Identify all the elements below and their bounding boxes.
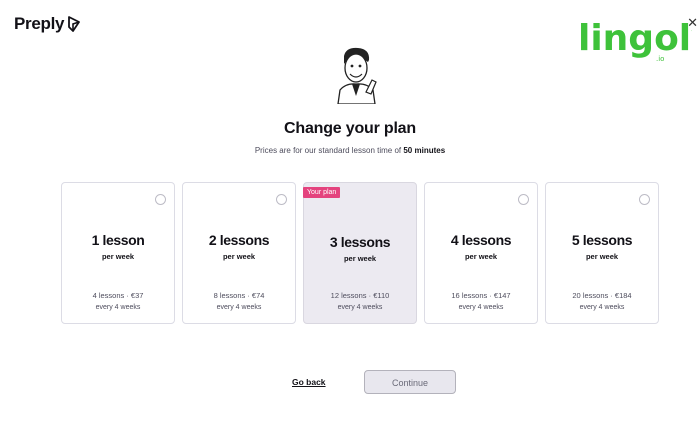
plan-price: 8 lessons · €74 <box>213 291 265 300</box>
plan-lesson-count: 4 lessons <box>450 232 512 248</box>
plan-lesson-count: 1 lesson <box>91 232 145 248</box>
plan-card-4[interactable]: 4 lessons per week 16 lessons · €147 eve… <box>424 182 538 324</box>
plan-price: 4 lessons · €37 <box>92 291 144 300</box>
continue-button[interactable]: Continue <box>364 370 456 394</box>
go-back-link[interactable]: Go back <box>292 377 326 387</box>
plan-price: 16 lessons · €147 <box>451 291 511 300</box>
plan-lesson-count: 3 lessons <box>329 234 391 250</box>
plan-period: every 4 weeks <box>579 304 625 311</box>
preply-mark-icon <box>68 16 81 32</box>
plan-card-2[interactable]: 2 lessons per week 8 lessons · €74 every… <box>182 182 296 324</box>
page-subtitle: Prices are for our standard lesson time … <box>0 146 700 155</box>
man-illustration-icon <box>337 47 377 104</box>
radio-button[interactable] <box>518 194 529 205</box>
radio-button[interactable] <box>276 194 287 205</box>
plan-period: every 4 weeks <box>216 304 262 311</box>
lingoly-watermark: lingoly .io <box>578 18 692 63</box>
preply-logo[interactable]: Preply <box>14 14 81 34</box>
radio-button[interactable] <box>155 194 166 205</box>
plan-period: every 4 weeks <box>337 304 383 311</box>
lesson-duration: 50 minutes <box>403 146 446 155</box>
plan-period: every 4 weeks <box>458 304 504 311</box>
brand-name: Preply <box>14 14 65 33</box>
plan-card-5[interactable]: 5 lessons per week 20 lessons · €184 eve… <box>545 182 659 324</box>
plan-lesson-count: 5 lessons <box>571 232 633 248</box>
plan-options: 1 lesson per week 4 lessons · €37 every … <box>61 182 659 324</box>
plan-card-1[interactable]: 1 lesson per week 4 lessons · €37 every … <box>61 182 175 324</box>
plan-price: 20 lessons · €184 <box>572 291 632 300</box>
watermark-text: lingoly <box>578 18 692 59</box>
plan-frequency: per week <box>585 252 619 261</box>
plan-frequency: per week <box>222 252 256 261</box>
page-title: Change your plan <box>284 120 416 137</box>
plan-lesson-count: 2 lessons <box>208 232 270 248</box>
current-plan-badge: Your plan <box>303 187 341 198</box>
radio-button[interactable] <box>639 194 650 205</box>
watermark-suffix: .io <box>656 55 664 63</box>
close-icon[interactable]: ✕ <box>687 16 698 29</box>
plan-frequency: per week <box>464 252 498 261</box>
plan-frequency: per week <box>343 254 377 263</box>
plan-frequency: per week <box>101 252 135 261</box>
plan-price: 12 lessons · €110 <box>330 291 390 300</box>
subtitle-text: Prices are for our standard lesson time … <box>254 146 404 155</box>
plan-card-3[interactable]: Your plan 3 lessons per week 12 lessons … <box>303 182 417 324</box>
plan-period: every 4 weeks <box>95 304 141 311</box>
